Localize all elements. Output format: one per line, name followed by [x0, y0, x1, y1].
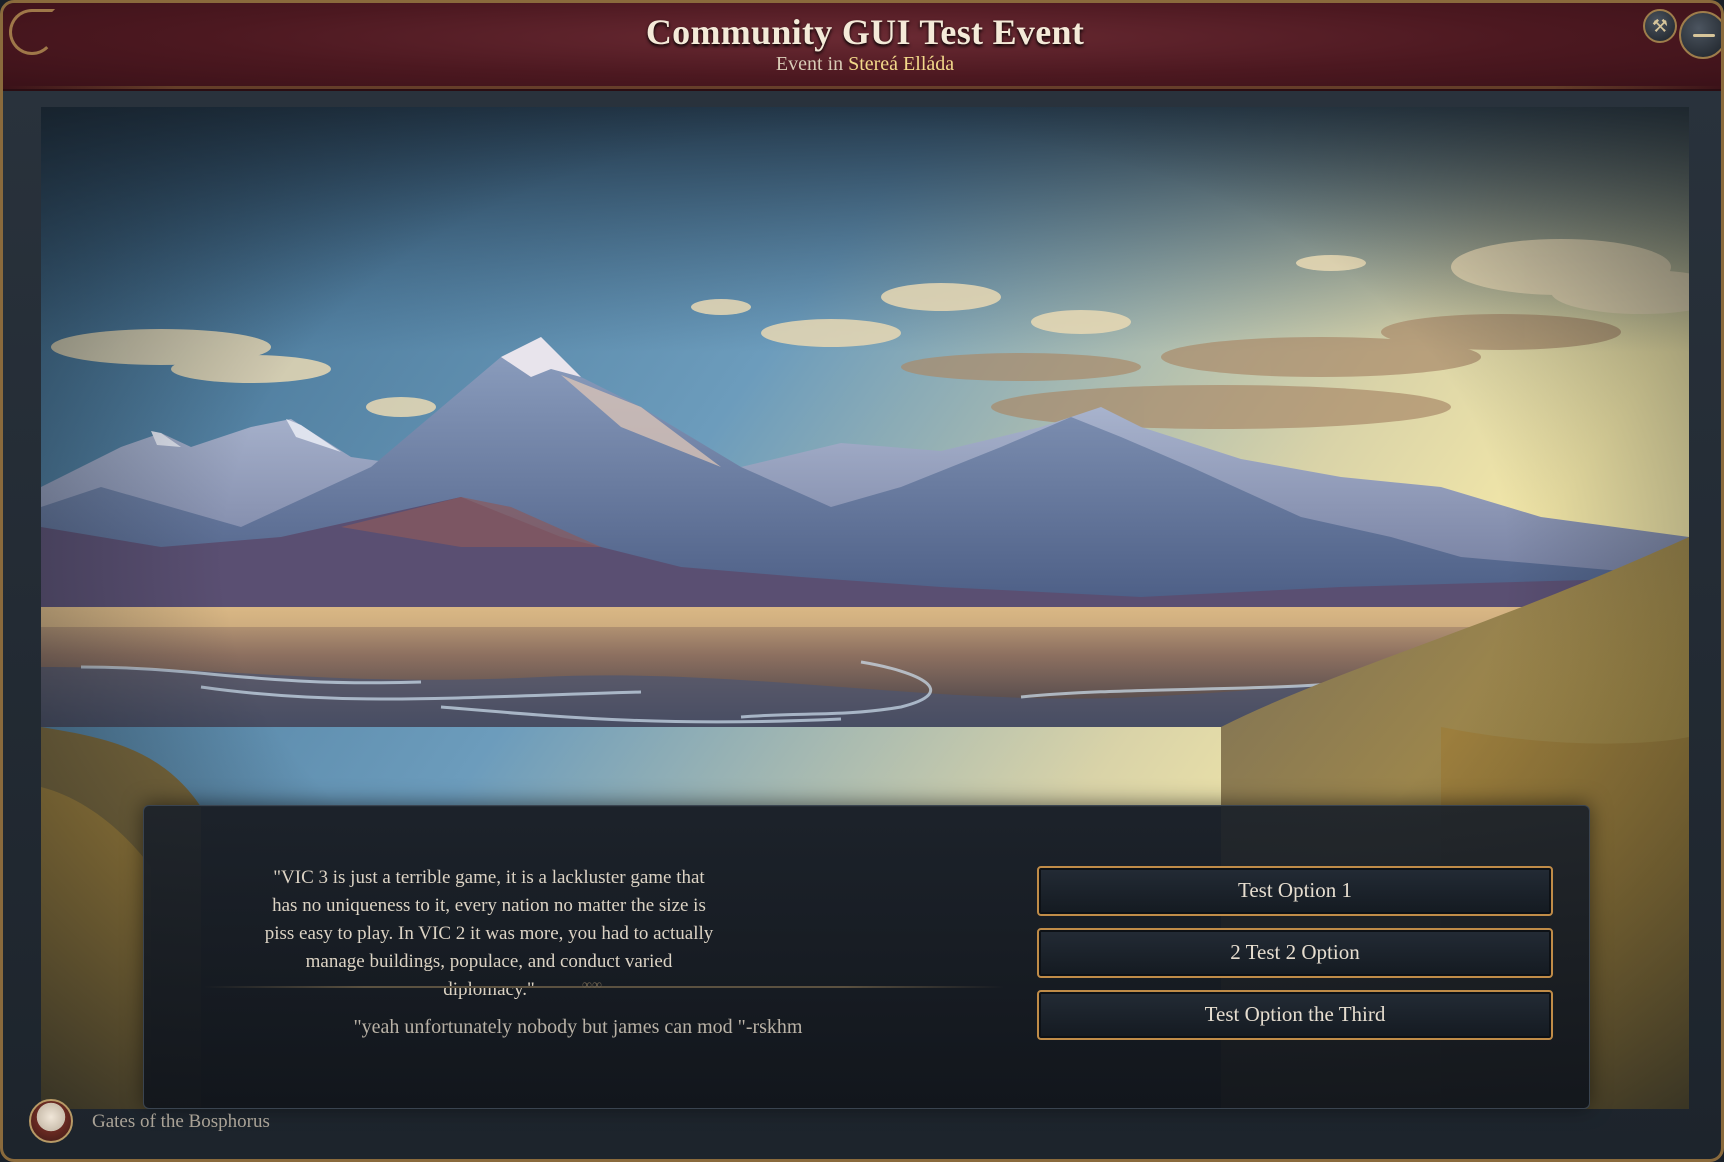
minimize-button[interactable] [1679, 11, 1721, 59]
option-button-1[interactable]: Test Option 1 [1037, 866, 1553, 916]
character-portrait-icon[interactable] [29, 1099, 73, 1143]
event-quote: "yeah unfortunately nobody but james can… [144, 1016, 1144, 1039]
event-quote-text: "yeah unfortunately nobody but james can… [353, 1016, 803, 1038]
event-subtitle: Event in Stereá Elláda [3, 53, 1721, 76]
event-title: Community GUI Test Event [645, 12, 1085, 52]
option-button-2[interactable]: 2 Test 2 Option [1037, 928, 1553, 978]
event-description: "VIC 3 is just a terrible game, it is a … [264, 867, 714, 1000]
event-text-panel: "VIC 3 is just a terrible game, it is a … [143, 805, 1590, 1109]
event-window: Community GUI Test Event Event in Stereá… [0, 0, 1724, 1162]
footer-label: Gates of the Bosphorus [92, 1111, 270, 1132]
event-options: Test Option 1 2 Test 2 Option Test Optio… [1037, 866, 1553, 1052]
hammer-icon[interactable]: ⚒ [1643, 9, 1677, 43]
option-button-3[interactable]: Test Option the Third [1037, 990, 1553, 1040]
divider-ornament-icon: ∞∞ [582, 978, 602, 993]
title-bar: Community GUI Test Event Event in Stereá… [3, 3, 1721, 91]
event-location-link[interactable]: Stereá Elláda [848, 53, 954, 75]
subtitle-prefix: Event in [775, 53, 849, 75]
